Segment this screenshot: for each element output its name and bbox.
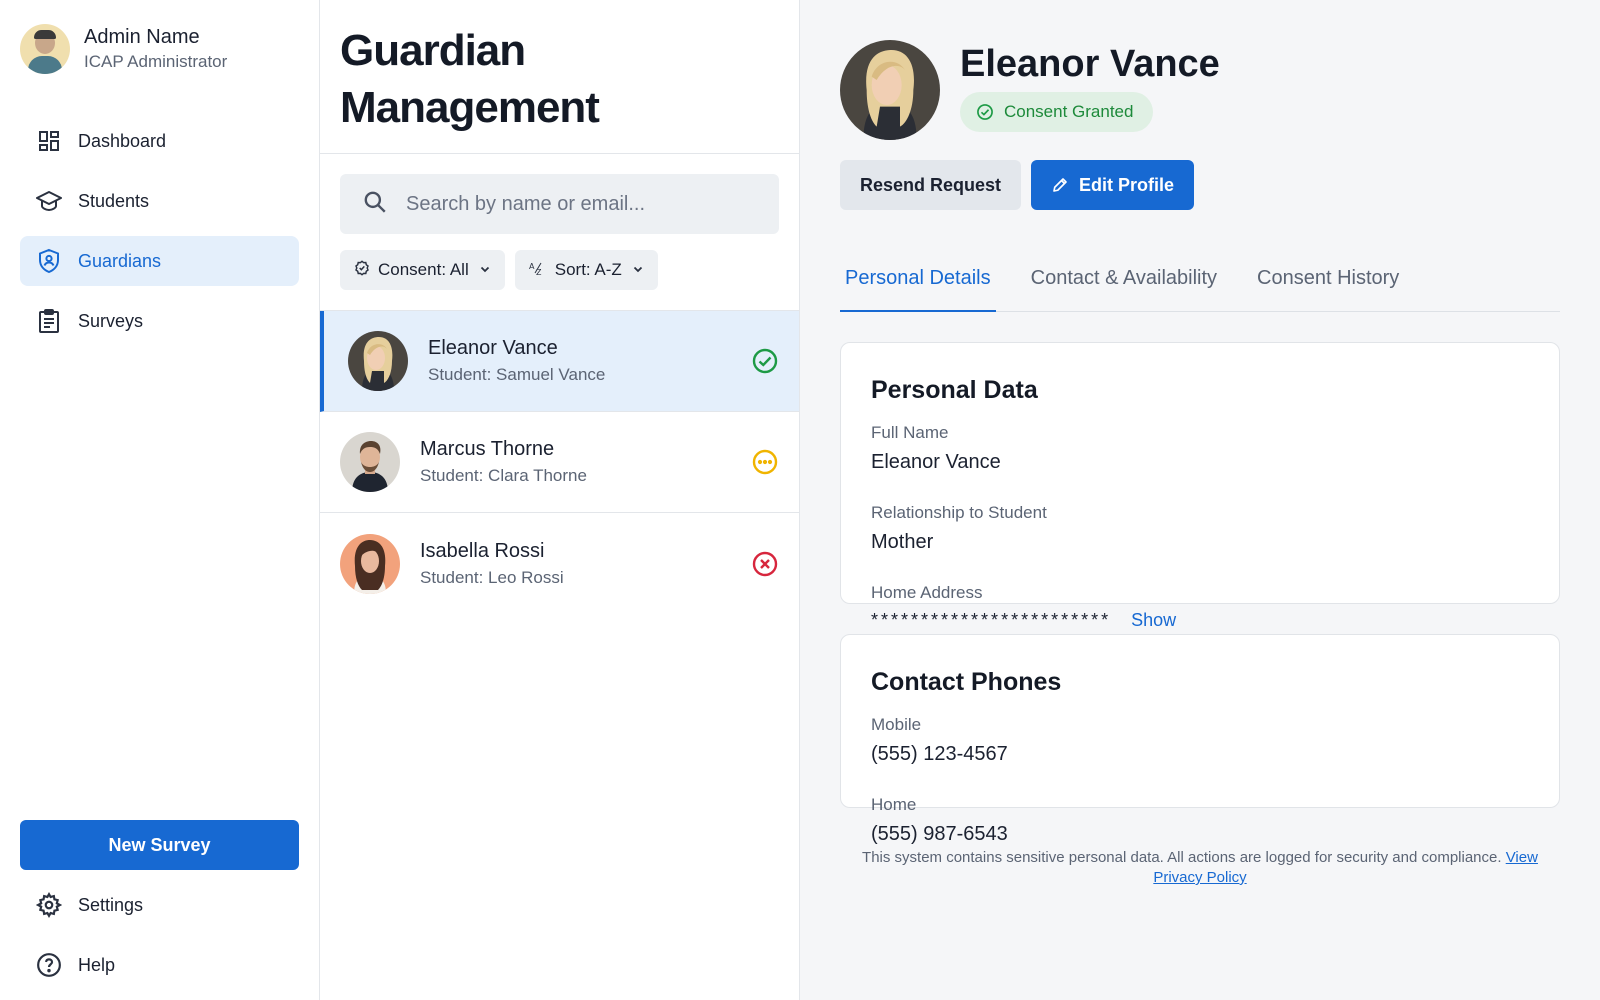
consent-pending-icon [751, 448, 779, 476]
privacy-notice: This system contains sensitive personal … [840, 848, 1560, 888]
search-icon [362, 189, 388, 220]
sidebar-item-dashboard[interactable]: Dashboard [20, 116, 299, 166]
full-name-field: Full Name Eleanor Vance [871, 421, 1210, 479]
resend-request-button[interactable]: Resend Request [840, 160, 1022, 210]
tab-personal-details[interactable]: Personal Details [840, 258, 996, 312]
consent-granted-icon [751, 347, 779, 375]
sidebar-item-label: Settings [78, 894, 144, 915]
edit-profile-label: Edit Profile [1079, 174, 1175, 195]
tab-consent-history[interactable]: Consent History [1252, 258, 1404, 312]
guardian-detail-name: Eleanor Vance [960, 43, 1220, 85]
new-survey-button[interactable]: New Survey [20, 820, 299, 870]
field-label: Mobile [871, 715, 922, 734]
status-badge: Consent Granted [960, 92, 1154, 132]
gear-icon [36, 892, 62, 918]
page-title-line2: Management [340, 83, 600, 132]
relationship-field: Relationship to Student Mother [871, 501, 1210, 559]
dashboard-icon [36, 128, 62, 154]
avatar [20, 24, 70, 74]
consent-filter-dropdown[interactable]: Consent: All [340, 250, 505, 290]
detail-actions: Resend Request Edit Profile [840, 160, 1560, 210]
sidebar-item-label: Dashboard [78, 130, 167, 151]
home-address-field: Home Address ************************ Sh… [871, 581, 1529, 635]
help-circle-icon [36, 952, 62, 978]
masked-address: ************************ [871, 610, 1112, 630]
consent-denied-icon [751, 550, 779, 578]
clipboard-icon [36, 308, 62, 334]
guardian-student: Student: Samuel Vance [428, 365, 606, 384]
guardian-name: Eleanor Vance [428, 337, 558, 359]
svg-text:A: A [529, 262, 535, 271]
field-value: Eleanor Vance [871, 451, 1001, 473]
chevron-down-icon [632, 260, 644, 280]
filter-bar: Consent: All AZ Sort: A-Z [340, 250, 779, 290]
guardian-name: Marcus Thorne [420, 438, 555, 460]
field-label: Home Address [871, 583, 983, 602]
pencil-icon [1053, 178, 1067, 192]
field-value: Mother [871, 531, 934, 553]
sidebar-item-label: Students [78, 190, 150, 211]
card-title: Contact Phones [871, 668, 1062, 696]
sidebar-item-surveys[interactable]: Surveys [20, 296, 299, 346]
sort-az-icon: AZ [529, 260, 547, 281]
sidebar-item-label: Surveys [78, 310, 144, 331]
contact-phones-card: Contact Phones Mobile (555) 123-4567 Hom… [840, 634, 1560, 845]
graduation-cap-icon [36, 188, 62, 214]
sidebar-item-label: Guardians [78, 250, 162, 271]
app-root: Admin Name ICAP Administrator Dashboard … [0, 0, 1600, 1000]
detail-header: Eleanor Vance Consent Granted [840, 40, 1560, 140]
guardian-row-eleanor-vance[interactable]: Eleanor Vance Student: Samuel Vance [320, 311, 799, 412]
status-badge-label: Consent Granted [1004, 102, 1134, 121]
sidebar: Admin Name ICAP Administrator Dashboard … [0, 0, 320, 1000]
search-box[interactable] [340, 174, 779, 234]
sidebar-item-label: Help [78, 954, 116, 975]
admin-profile[interactable]: Admin Name ICAP Administrator [20, 0, 299, 98]
card-title: Personal Data [871, 376, 1038, 404]
field-value: (555) 123-4567 [871, 743, 1008, 765]
sort-dropdown[interactable]: AZ Sort: A-Z [514, 250, 658, 290]
sort-label: Sort: A-Z [554, 260, 622, 279]
guardian-detail-pane: Eleanor Vance Consent Granted Resend Req… [800, 0, 1600, 1000]
detail-tabs: Personal Details Contact & Availability … [840, 258, 1560, 312]
page-title-line1: Guardian [340, 26, 526, 75]
check-circle-icon [977, 104, 993, 120]
chevron-down-icon [479, 260, 491, 280]
guardian-student: Student: Leo Rossi [420, 567, 564, 587]
badge-check-icon [354, 259, 370, 281]
page-title: Guardian Management [340, 22, 779, 136]
field-label: Full Name [871, 423, 949, 442]
privacy-notice-text: This system contains sensitive personal … [862, 849, 1502, 866]
guardian-list-pane: Guardian Management Consent: All [320, 0, 800, 1000]
field-value: (555) 987-6543 [871, 823, 1008, 845]
avatar [340, 432, 400, 492]
tab-contact-availability[interactable]: Contact & Availability [1026, 258, 1222, 312]
shield-user-icon [36, 248, 62, 274]
sidebar-nav: Dashboard Students Guardians Surveys [20, 116, 299, 356]
guardian-row-isabella-rossi[interactable]: Isabella Rossi Student: Leo Rossi [320, 513, 799, 614]
sidebar-bottom-nav: Settings Help [20, 880, 299, 1000]
guardian-row-marcus-thorne[interactable]: Marcus Thorne Student: Clara Thorne [320, 412, 799, 513]
sidebar-item-help[interactable]: Help [20, 940, 299, 990]
personal-data-card: Personal Data Full Name Eleanor Vance Re… [840, 342, 1560, 630]
search-input[interactable] [406, 192, 766, 216]
admin-name: Admin Name [84, 26, 200, 48]
guardian-student: Student: Clara Thorne [420, 466, 587, 485]
consent-filter-label: Consent: All [378, 260, 469, 279]
sidebar-item-settings[interactable]: Settings [20, 880, 299, 930]
field-label: Home [871, 795, 917, 814]
sidebar-item-guardians[interactable]: Guardians [20, 236, 299, 286]
avatar [340, 533, 400, 594]
guardian-list: Eleanor Vance Student: Samuel Vance Marc… [320, 310, 799, 614]
list-header: Guardian Management [320, 0, 799, 154]
field-label: Relationship to Student [871, 503, 1047, 522]
show-address-link[interactable]: Show [1131, 610, 1176, 631]
admin-role: ICAP Administrator [84, 52, 228, 71]
mobile-phone-field: Mobile (555) 123-4567 [871, 713, 1210, 771]
edit-profile-button[interactable]: Edit Profile [1031, 160, 1195, 210]
avatar [348, 331, 408, 391]
home-phone-field: Home (555) 987-6543 [871, 793, 1210, 851]
avatar [840, 40, 940, 140]
sidebar-item-students[interactable]: Students [20, 176, 299, 226]
guardian-name: Isabella Rossi [420, 539, 545, 562]
